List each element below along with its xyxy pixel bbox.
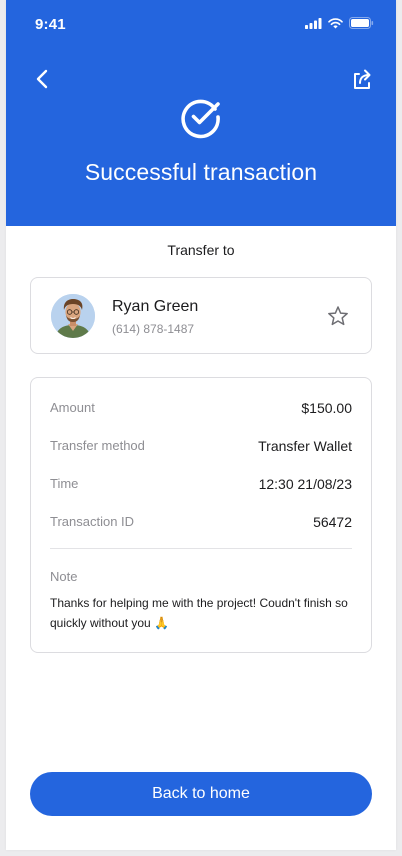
detail-value: Transfer Wallet	[258, 438, 352, 454]
detail-value: 12:30 21/08/23	[258, 476, 352, 492]
status-icons	[305, 17, 374, 29]
detail-row-time: Time 12:30 21/08/23	[50, 476, 352, 496]
detail-row-transaction-id: Transaction ID 56472	[50, 514, 352, 534]
detail-label: Time	[50, 476, 79, 491]
detail-value: 56472	[313, 514, 352, 530]
back-to-home-button[interactable]: Back to home	[30, 772, 372, 816]
share-icon[interactable]	[350, 66, 374, 92]
battery-icon	[349, 17, 374, 29]
chevron-left-icon[interactable]	[32, 66, 54, 92]
star-icon[interactable]	[327, 305, 349, 327]
detail-label: Amount	[50, 400, 95, 415]
wifi-icon	[328, 17, 343, 28]
note-label: Note	[50, 569, 78, 584]
recipient-card[interactable]: Ryan Green (614) 878-1487	[30, 277, 372, 354]
note-text: Thanks for helping me with the project! …	[50, 596, 348, 630]
transfer-to-label: Transfer to	[167, 242, 235, 258]
recipient-phone: (614) 878-1487	[112, 322, 195, 336]
detail-label: Transaction ID	[50, 514, 135, 529]
transaction-details-card: Amount $150.00 Transfer method Transfer …	[30, 377, 372, 653]
status-bar: 9:41	[6, 0, 396, 46]
phone-screen: 9:41 Successful transaction Transfer to …	[6, 0, 396, 850]
page-title: Successful transaction	[84, 159, 318, 185]
avatar	[51, 294, 95, 338]
signal-icon	[305, 17, 322, 29]
check-circle-icon	[181, 99, 220, 139]
detail-label: Transfer method	[50, 438, 145, 453]
detail-row-amount: Amount $150.00	[50, 400, 352, 420]
header: 9:41 Successful transaction	[6, 0, 396, 226]
detail-value: $150.00	[301, 400, 352, 416]
detail-row-transfer-method: Transfer method Transfer Wallet	[50, 438, 352, 458]
status-time: 9:41	[35, 16, 66, 33]
divider	[50, 548, 352, 549]
recipient-name: Ryan Green	[112, 298, 199, 315]
